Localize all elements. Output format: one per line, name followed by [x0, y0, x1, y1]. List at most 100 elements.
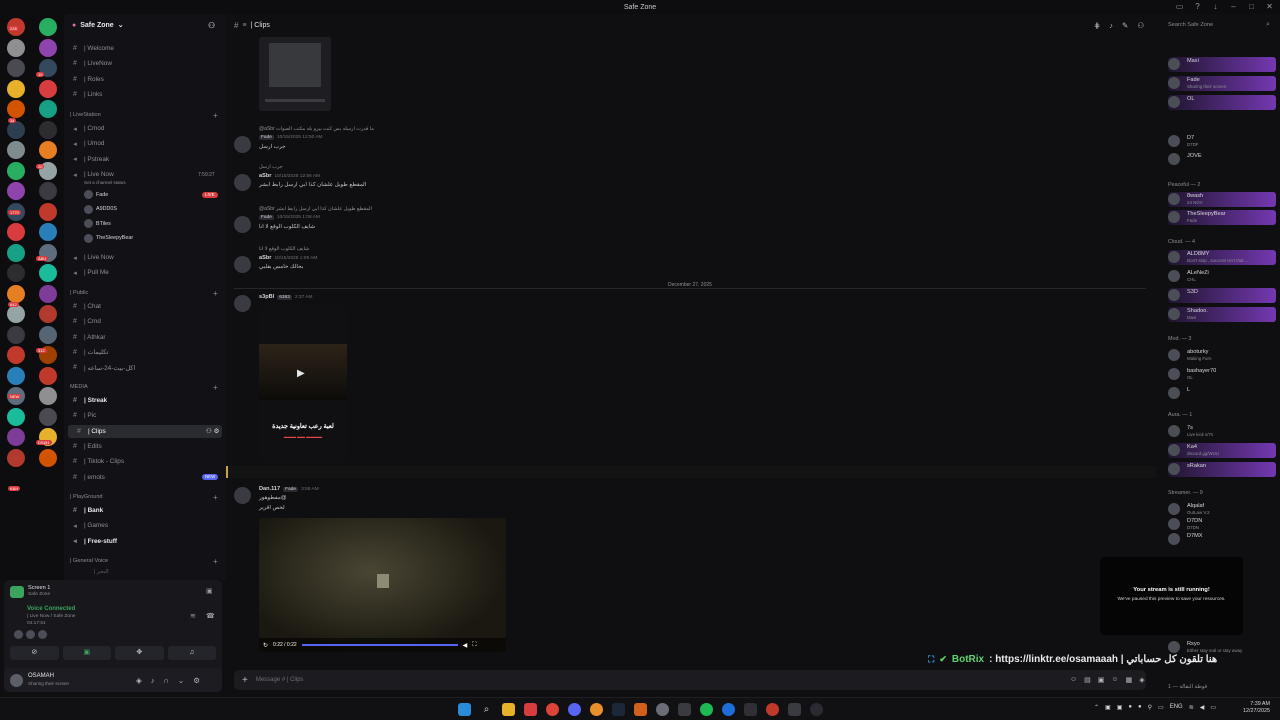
popout-icon[interactable]: ▣	[206, 587, 213, 595]
channel-item[interactable]: # | Streak	[64, 394, 226, 407]
member-item[interactable]: Maxi	[1168, 57, 1276, 72]
chevron-up-icon[interactable]: ⌃	[1094, 704, 1099, 711]
channel-label[interactable]: | البحر	[94, 569, 109, 575]
member-item[interactable]: ALD8MY Don't stop , success isn't that ..…	[1168, 250, 1276, 265]
volume-icon[interactable]: ◀	[463, 642, 468, 649]
server-icon[interactable]	[39, 38, 57, 57]
server-icon[interactable]	[7, 325, 25, 344]
channel-item[interactable]: # | اكل-بيت-24-ساعه	[64, 361, 226, 374]
channel-item[interactable]: ◂ | Pstreak	[64, 153, 226, 166]
channel-item[interactable]: # | Roles	[64, 73, 226, 86]
start-icon[interactable]	[458, 703, 471, 716]
server-icon[interactable]	[39, 407, 57, 426]
server-icon[interactable]	[39, 120, 57, 139]
server-icon[interactable]	[7, 346, 25, 364]
channel-item[interactable]: # | Tiktok - Clips	[64, 455, 226, 468]
channel-category[interactable]: | Public +	[70, 289, 218, 298]
image-attachment[interactable]	[259, 37, 331, 111]
message-composer[interactable]: + Message # | Clips ☺ ▤ ▣ ☺ ▦ ◈	[234, 670, 1146, 690]
app-icon[interactable]	[810, 703, 823, 716]
server-icon[interactable]	[39, 284, 57, 303]
reply-preview[interactable]: جرب ارسل	[259, 164, 283, 170]
chrome-icon[interactable]	[546, 703, 559, 716]
reply-preview[interactable]: @aSbr ما قدرت ارسله بس كنت بيرو بله مكتب…	[259, 126, 374, 132]
voice-connected-label[interactable]: Voice Connected	[27, 606, 75, 612]
channel-item[interactable]: # | Clips ⚇ ⚙	[68, 424, 222, 438]
channel-item[interactable]: ◂ | Cmod	[64, 122, 226, 135]
browser-icon[interactable]	[590, 703, 603, 716]
members-icon[interactable]: ⚇	[1137, 21, 1144, 30]
search-input[interactable]: Search Safe Zone ⌕	[1164, 18, 1274, 32]
member-item[interactable]: 7s Live kick s/7s	[1168, 424, 1276, 439]
play-icon[interactable]: ▶	[297, 368, 305, 379]
server-icon[interactable]	[7, 100, 25, 118]
video-player[interactable]: ↻ 0:22 / 0:22 ◀ ⛶	[259, 518, 506, 652]
channel-category[interactable]: | General Voice +	[70, 557, 218, 566]
server-icon[interactable]	[7, 79, 25, 98]
channel-item[interactable]: # | Welcome	[64, 42, 226, 55]
help-icon[interactable]: ?	[1193, 2, 1202, 11]
volume-icon[interactable]: ◀	[1200, 704, 1205, 711]
gamepad-icon[interactable]: ◈	[136, 676, 142, 685]
gift-icon[interactable]: ☺	[1070, 676, 1077, 684]
channel-item[interactable]: # | Chat	[64, 300, 226, 313]
microphone-icon[interactable]: ♪	[151, 676, 155, 685]
emoji-icon[interactable]: ☺	[1111, 676, 1118, 684]
avatar[interactable]	[234, 136, 251, 153]
server-icon[interactable]	[7, 407, 25, 426]
channel-item[interactable]: # | Edits	[64, 440, 226, 453]
channel-item[interactable]: ◂ | Free-stuff	[64, 535, 226, 548]
obs-icon[interactable]	[656, 703, 669, 716]
media-app-icon[interactable]	[524, 703, 537, 716]
server-icon[interactable]	[7, 428, 25, 446]
server-icon[interactable]	[7, 305, 25, 323]
soundboard-button[interactable]: ♫	[167, 646, 216, 660]
member-item[interactable]: Fade Sharing their screen	[1168, 76, 1276, 91]
tray-icon[interactable]: ⚲	[1148, 704, 1152, 711]
avatar[interactable]	[234, 256, 251, 273]
channel-item[interactable]: # | Pic	[64, 409, 226, 422]
file-explorer-icon[interactable]	[502, 703, 515, 716]
add-attachment-icon[interactable]: +	[242, 675, 248, 686]
avatar[interactable]	[10, 673, 23, 687]
server-icon[interactable]	[39, 448, 57, 467]
server-header[interactable]: ● Safe Zone ⌄ ⚇	[64, 14, 226, 36]
add-member-icon[interactable]: ⚇	[208, 21, 215, 30]
member-item[interactable]: D7 D7DF	[1168, 134, 1276, 149]
channel-status[interactable]: Set a channel status	[84, 180, 126, 185]
member-item[interactable]: Shadoo. Maxi	[1168, 307, 1276, 322]
server-icon[interactable]	[39, 202, 57, 221]
server-icon[interactable]	[39, 264, 57, 282]
minimize-icon[interactable]: –	[1229, 2, 1238, 11]
server-icon[interactable]	[39, 182, 57, 200]
server-icon[interactable]	[7, 243, 25, 262]
threads-icon[interactable]: ⋕	[1094, 21, 1100, 30]
server-icon[interactable]	[7, 120, 25, 139]
server-icon[interactable]	[7, 223, 25, 241]
member-item[interactable]: aboturky Making Furn	[1168, 348, 1276, 363]
activities-button[interactable]: ✥	[115, 646, 164, 660]
channel-item[interactable]: ◂ | Live Now	[64, 251, 226, 264]
tray-icon[interactable]: ▭	[1158, 704, 1164, 711]
tray-icon[interactable]: ▣	[1105, 704, 1111, 711]
discord-icon[interactable]	[568, 703, 581, 716]
avatar[interactable]	[234, 487, 251, 504]
notification-bell-icon[interactable]: ♪	[1109, 21, 1113, 30]
username[interactable]: aSbr	[259, 173, 271, 179]
app-icon[interactable]	[678, 703, 691, 716]
wifi-icon[interactable]: ≋	[1189, 704, 1194, 711]
channel-item[interactable]: # | تكليمات	[64, 346, 226, 359]
headphones-icon[interactable]: ∩	[164, 676, 169, 685]
server-icon[interactable]	[39, 305, 57, 323]
app-icon[interactable]	[766, 703, 779, 716]
app-icon[interactable]	[744, 703, 757, 716]
channel-item[interactable]: ◂ | Pull Me	[64, 266, 226, 279]
download-icon[interactable]: ↓	[1211, 2, 1220, 11]
video-attachment[interactable]: ▶ لعبة رعب تعاونية جديدة ▬▬▬ ▬▬ ▬▬▬▬	[259, 306, 347, 462]
member-item[interactable]: 8wash 24 NOV	[1168, 192, 1276, 207]
server-icon[interactable]	[7, 284, 25, 303]
disconnect-icon[interactable]: ☎	[206, 612, 215, 620]
add-channel-icon[interactable]: +	[213, 493, 218, 502]
server-icon[interactable]	[39, 387, 57, 405]
add-channel-icon[interactable]: +	[213, 557, 218, 566]
